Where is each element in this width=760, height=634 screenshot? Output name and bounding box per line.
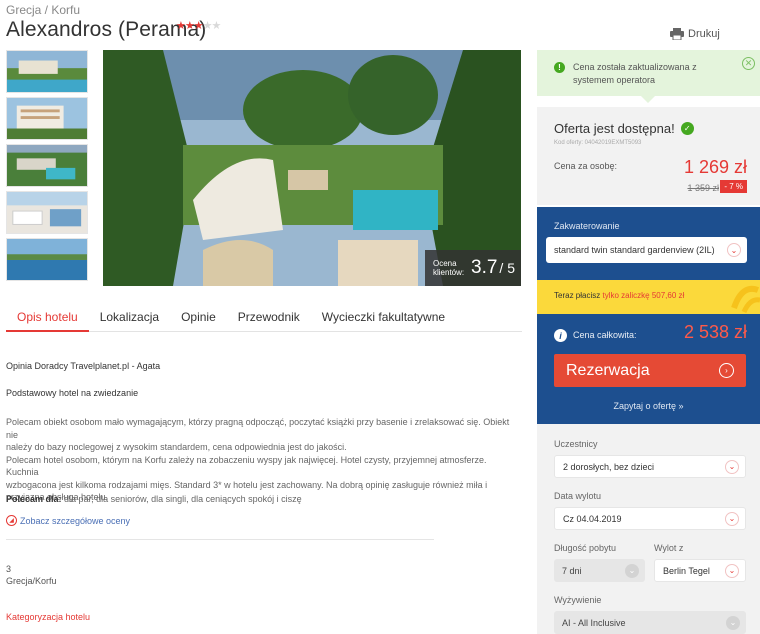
info-icon[interactable]: i xyxy=(554,329,567,342)
deposit-prefix: Teraz płacisz xyxy=(554,291,603,300)
departure-from-value: Berlin Tegel xyxy=(663,565,710,576)
gallery-thumbnail[interactable] xyxy=(6,238,88,281)
deposit-text: Teraz płacisz tylko zaliczkę 507,60 zł xyxy=(554,291,684,300)
board-value: AI - All Inclusive xyxy=(562,617,626,628)
rating-label: Ocena xyxy=(433,259,457,268)
breadcrumb[interactable]: Grecja / Korfu xyxy=(6,3,80,17)
star-empty-icon: ★ xyxy=(211,20,222,32)
description-line: należy do bazy noclegowej z wysokim stan… xyxy=(6,442,347,452)
board-select[interactable]: AI - All Inclusive ⌄ xyxy=(554,611,746,634)
reservation-label: Rezerwacja xyxy=(566,361,650,379)
detailed-ratings-link[interactable]: ◢ Zobacz szczegółowe oceny xyxy=(6,515,130,526)
hotel-region: Grecja/Korfu xyxy=(6,576,57,586)
recommended-for-label: Polecam dla: xyxy=(6,494,62,504)
rating-chart-icon: ◢ xyxy=(6,515,17,526)
departure-from-label: Wylot z xyxy=(654,543,684,553)
gallery-thumbnails xyxy=(4,50,90,285)
price-per-person: 1 269 zł xyxy=(683,157,747,177)
chevron-down-icon: ⌄ xyxy=(725,459,739,474)
offer-code: Kod oferty: 04042019EXMT5093 xyxy=(554,140,642,146)
chevron-right-icon: › xyxy=(719,363,734,378)
tab-guide[interactable]: Przewodnik xyxy=(227,308,311,332)
description-subheading: Podstawowy hotel na zwiedzanie xyxy=(6,388,139,398)
tab-location[interactable]: Lokalizacja xyxy=(89,308,170,332)
divider xyxy=(6,539,434,540)
booking-sidebar: ! Cena została zaktualizowana z systemem… xyxy=(537,50,760,634)
printer-icon xyxy=(670,28,684,40)
participants-label: Uczestnicy xyxy=(554,439,598,449)
discount-badge: - 7 % xyxy=(720,180,747,193)
total-price: 2 538 zł xyxy=(683,322,747,342)
chevron-down-icon: ⌄ xyxy=(726,615,740,630)
deposit-amount: tylko zaliczkę 507,60 zł xyxy=(602,291,685,300)
description-line: Polecam obiekt osobom mało wymagającym, … xyxy=(6,417,510,440)
total-price-label: Cena całkowita: xyxy=(573,330,637,340)
gallery-thumbnail[interactable] xyxy=(6,191,88,234)
price-updated-notice: ! Cena została zaktualizowana z systemem… xyxy=(537,50,760,96)
participants-select[interactable]: 2 dorosłych, bez dzieci ⌄ xyxy=(554,455,746,478)
rating-label-2: klientów: xyxy=(433,268,465,277)
star-icon: ★ xyxy=(184,20,195,32)
duration-select[interactable]: 7 dni ⌄ xyxy=(554,559,645,582)
accommodation-select[interactable]: standard twin standard gardenview (2IL) … xyxy=(546,237,747,263)
hotel-tabs: Opis hotelu Lokalizacja Opinie Przewodni… xyxy=(6,308,522,332)
tab-reviews[interactable]: Opinie xyxy=(170,308,227,332)
hotel-category-link[interactable]: Kategoryzacja hotelu xyxy=(6,612,90,622)
chevron-down-icon: ⌄ xyxy=(725,511,739,526)
exclamation-icon: ! xyxy=(554,62,565,73)
departure-date-value: Cz 04.04.2019 xyxy=(563,513,622,524)
advisor-heading: Opinia Doradcy Travelplanet.pl - Agata xyxy=(6,361,161,371)
accommodation-label: Zakwaterowanie xyxy=(554,221,620,231)
offer-panel: Oferta jest dostępna! ✓ Kod oferty: 0404… xyxy=(537,107,760,205)
price-per-person-label: Cena za osobę: xyxy=(554,161,618,171)
hotel-main-photo[interactable]: Ocena klientów: 3.7 / 5 xyxy=(103,50,521,286)
customer-rating: Ocena klientów: 3.7 / 5 xyxy=(425,250,521,286)
star-icon: ★ xyxy=(193,20,204,32)
deposit-banner: Teraz płacisz tylko zaliczkę 507,60 zł xyxy=(537,280,760,314)
participants-value: 2 dorosłych, bez dzieci xyxy=(563,461,655,472)
duration-value: 7 dni xyxy=(562,565,582,576)
gallery-thumbnail[interactable] xyxy=(6,97,88,140)
duration-label: Długość pobytu xyxy=(554,543,617,553)
hotel-number: 3 xyxy=(6,564,12,574)
old-price: 1 359 zł xyxy=(687,183,719,193)
recommended-for-text: dla par, dla seniorów, dla singli, dla c… xyxy=(64,494,302,504)
gallery-thumbnail[interactable] xyxy=(6,50,88,93)
offer-title: Oferta jest dostępna! ✓ xyxy=(554,121,694,136)
reservation-button[interactable]: Rezerwacja › xyxy=(554,354,746,387)
chevron-down-icon: ⌄ xyxy=(727,243,741,257)
chevron-down-icon: ⌄ xyxy=(725,563,739,578)
hotel-stars: ★★★★★ xyxy=(176,19,222,32)
rating-max: / 5 xyxy=(499,260,515,276)
rating-score: 3.7 xyxy=(471,257,498,278)
star-icon: ★ xyxy=(176,20,186,32)
departure-from-select[interactable]: Berlin Tegel ⌄ xyxy=(654,559,746,582)
accommodation-value: standard twin standard gardenview (2IL) xyxy=(554,245,715,255)
accommodation-panel: Zakwaterowanie standard twin standard ga… xyxy=(537,207,760,280)
description-text: Polecam obiekt osobom mało wymagającym, … xyxy=(6,416,514,504)
offer-title-text: Oferta jest dostępna! xyxy=(554,121,675,136)
checkmark-icon: ✓ xyxy=(680,122,694,135)
departure-date-label: Data wylotu xyxy=(554,491,602,501)
star-empty-icon: ★ xyxy=(202,20,213,32)
total-price-panel: i Cena całkowita: 2 538 zł Rezerwacja › … xyxy=(537,314,760,424)
description-line: wzbogacona jest kilkoma rodzajami mięs. … xyxy=(6,479,488,490)
print-button[interactable]: Drukuj xyxy=(670,28,720,40)
deposit-decoration-icon xyxy=(731,285,760,314)
gallery-thumbnail[interactable] xyxy=(4,142,90,189)
board-label: Wyżywienie xyxy=(554,595,602,605)
close-icon[interactable]: ✕ xyxy=(742,57,755,70)
tab-description[interactable]: Opis hotelu xyxy=(6,308,89,332)
notice-pointer xyxy=(641,96,655,103)
trip-parameters: Uczestnicy 2 dorosłych, bez dzieci ⌄ Dat… xyxy=(537,424,760,634)
ask-about-offer-link[interactable]: Zapytaj o ofertę » xyxy=(537,401,760,411)
chevron-down-icon: ⌄ xyxy=(625,563,639,578)
notice-text: Cena została zaktualizowana z systemem o… xyxy=(573,62,697,85)
tab-excursions[interactable]: Wycieczki fakultatywne xyxy=(311,308,456,332)
description-line: Polecam hotel osobom, którym na Korfu za… xyxy=(6,454,487,478)
print-label: Drukuj xyxy=(688,28,720,40)
recommended-for: Polecam dla: dla par, dla seniorów, dla … xyxy=(6,494,302,504)
departure-date-select[interactable]: Cz 04.04.2019 ⌄ xyxy=(554,507,746,530)
detailed-ratings-label: Zobacz szczegółowe oceny xyxy=(20,515,131,526)
